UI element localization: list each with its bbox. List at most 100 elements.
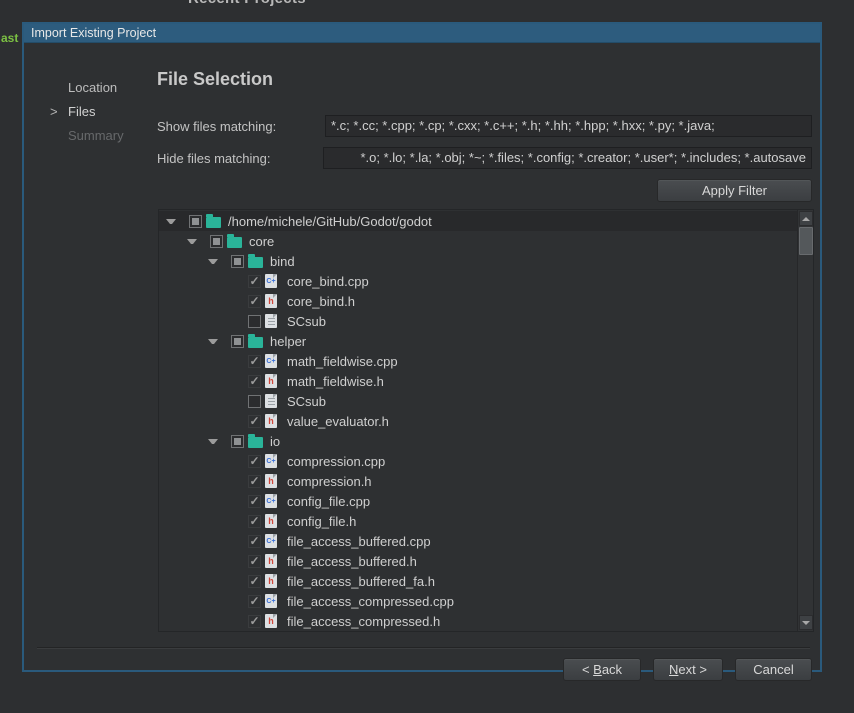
sidebar-item-location[interactable]: Location	[68, 80, 117, 95]
expander-arrow-icon[interactable]	[187, 239, 197, 244]
item-checkbox[interactable]	[248, 295, 261, 308]
tree-item-label: core	[249, 234, 274, 249]
tree-row[interactable]: h value_evaluator.h	[159, 411, 797, 431]
cancel-button[interactable]: Cancel	[735, 658, 812, 681]
current-step-arrow-icon: >	[50, 104, 58, 119]
item-checkbox[interactable]	[248, 575, 261, 588]
tree-item-label: math_fieldwise.h	[287, 374, 384, 389]
tree-item-label: file_access_buffered.h	[287, 554, 417, 569]
tree-row[interactable]: C+file_access_compressed.cpp	[159, 591, 797, 611]
tree-row[interactable]: core	[159, 231, 797, 251]
tree-row[interactable]: C+ core_bind.cpp	[159, 271, 797, 291]
tree-row[interactable]: io	[159, 431, 797, 451]
tree-row[interactable]: bind	[159, 251, 797, 271]
item-checkbox[interactable]	[248, 455, 261, 468]
header-file-icon: h	[265, 374, 281, 388]
scrollbar-thumb[interactable]	[799, 227, 813, 255]
item-checkbox[interactable]	[189, 215, 202, 228]
item-checkbox[interactable]	[248, 555, 261, 568]
tree-row[interactable]: /home/michele/GitHub/Godot/godot	[159, 211, 797, 231]
tree-item-label: core_bind.cpp	[287, 274, 369, 289]
cpp-file-icon: C+	[265, 274, 281, 288]
tree-item-label: /home/michele/GitHub/Godot/godot	[228, 214, 432, 229]
back-button[interactable]: < Back	[563, 658, 641, 681]
header-file-icon: h	[265, 474, 281, 488]
sidebar-item-files[interactable]: Files	[68, 104, 95, 119]
expander-arrow-icon[interactable]	[208, 339, 218, 344]
item-checkbox[interactable]	[248, 375, 261, 388]
tree-row[interactable]: C+math_fieldwise.cpp	[159, 351, 797, 371]
generic-file-icon	[265, 314, 281, 328]
expander-arrow-icon[interactable]	[208, 259, 218, 264]
tree-row[interactable]: h core_bind.h	[159, 291, 797, 311]
tree-row[interactable]: SCsub	[159, 311, 797, 331]
header-file-icon: h	[265, 574, 281, 588]
tree-row[interactable]: h file_access_buffered_fa.h	[159, 571, 797, 591]
item-checkbox[interactable]	[248, 535, 261, 548]
header-file-icon: h	[265, 414, 281, 428]
hide-files-input[interactable]: *.o; *.lo; *.la; *.obj; *~; *.files; *.c…	[323, 147, 812, 169]
tree-row[interactable]: hcompression.h	[159, 471, 797, 491]
item-checkbox[interactable]	[248, 475, 261, 488]
item-checkbox[interactable]	[248, 615, 261, 628]
dialog-titlebar[interactable]: Import Existing Project	[24, 24, 820, 43]
tree-item-label: file_access_buffered_fa.h	[287, 574, 435, 589]
tree-scrollbar[interactable]	[797, 210, 813, 631]
folder-icon	[248, 335, 264, 348]
tree-item-label: value_evaluator.h	[287, 414, 389, 429]
tree-row[interactable]: hfile_access_compressed.h	[159, 611, 797, 631]
tree-row[interactable]: C+ file_access_buffered.cpp	[159, 531, 797, 551]
item-checkbox[interactable]	[248, 275, 261, 288]
tree-row[interactable]: C+ config_file.cpp	[159, 491, 797, 511]
folder-icon	[227, 235, 243, 248]
apply-filter-button[interactable]: Apply Filter	[657, 179, 812, 202]
scroll-up-button[interactable]	[799, 211, 813, 226]
recent-projects-heading: Recent Projects	[188, 0, 306, 7]
tree-row[interactable]: h config_file.h	[159, 511, 797, 531]
tree-item-label: config_file.h	[287, 514, 356, 529]
item-checkbox[interactable]	[248, 595, 261, 608]
header-file-icon: h	[265, 294, 281, 308]
tree-item-label: SCsub	[287, 394, 326, 409]
expander-arrow-icon[interactable]	[166, 219, 176, 224]
item-checkbox[interactable]	[248, 395, 261, 408]
tree-row[interactable]: C+compression.cpp	[159, 451, 797, 471]
hide-files-label: Hide files matching:	[157, 151, 270, 166]
item-checkbox[interactable]	[231, 435, 244, 448]
folder-icon	[248, 435, 264, 448]
next-button[interactable]: Next >	[653, 658, 723, 681]
folder-icon	[248, 255, 264, 268]
item-checkbox[interactable]	[248, 415, 261, 428]
show-files-input[interactable]: *.c; *.cc; *.cpp; *.cp; *.cxx; *.c++; *.…	[325, 115, 812, 137]
expander-arrow-icon[interactable]	[208, 439, 218, 444]
scroll-up-icon	[802, 217, 810, 221]
item-checkbox[interactable]	[248, 355, 261, 368]
tree-row[interactable]: helper	[159, 331, 797, 351]
header-file-icon: h	[265, 514, 281, 528]
file-tree[interactable]: /home/michele/GitHub/Godot/godot core bind…	[158, 209, 814, 632]
tree-item-label: file_access_buffered.cpp	[287, 534, 431, 549]
item-checkbox[interactable]	[248, 315, 261, 328]
tree-item-label: core_bind.h	[287, 294, 355, 309]
dialog-title: Import Existing Project	[31, 26, 156, 40]
tree-item-label: io	[270, 434, 280, 449]
tree-row[interactable]: SCsub	[159, 391, 797, 411]
page-title: File Selection	[157, 69, 273, 90]
import-existing-project-dialog: Import Existing Project Location > Files…	[22, 22, 822, 672]
item-checkbox[interactable]	[248, 495, 261, 508]
cpp-file-icon: C+	[265, 494, 281, 508]
item-checkbox[interactable]	[210, 235, 223, 248]
scroll-down-button[interactable]	[799, 615, 813, 630]
item-checkbox[interactable]	[248, 515, 261, 528]
cpp-file-icon: C+	[265, 534, 281, 548]
tree-row[interactable]: hfile_access_buffered.h	[159, 551, 797, 571]
dialog-body: Location > Files Summary File Selection …	[24, 43, 820, 670]
tree-item-label: file_access_compressed.h	[287, 614, 440, 629]
item-checkbox[interactable]	[231, 255, 244, 268]
show-files-value: *.c; *.cc; *.cpp; *.cp; *.cxx; *.c++; *.…	[331, 116, 715, 136]
tree-row[interactable]: h math_fieldwise.h	[159, 371, 797, 391]
tree-item-label: helper	[270, 334, 306, 349]
item-checkbox[interactable]	[231, 335, 244, 348]
hide-files-value: *.o; *.lo; *.la; *.obj; *~; *.files; *.c…	[361, 148, 807, 168]
tree-item-label: config_file.cpp	[287, 494, 370, 509]
